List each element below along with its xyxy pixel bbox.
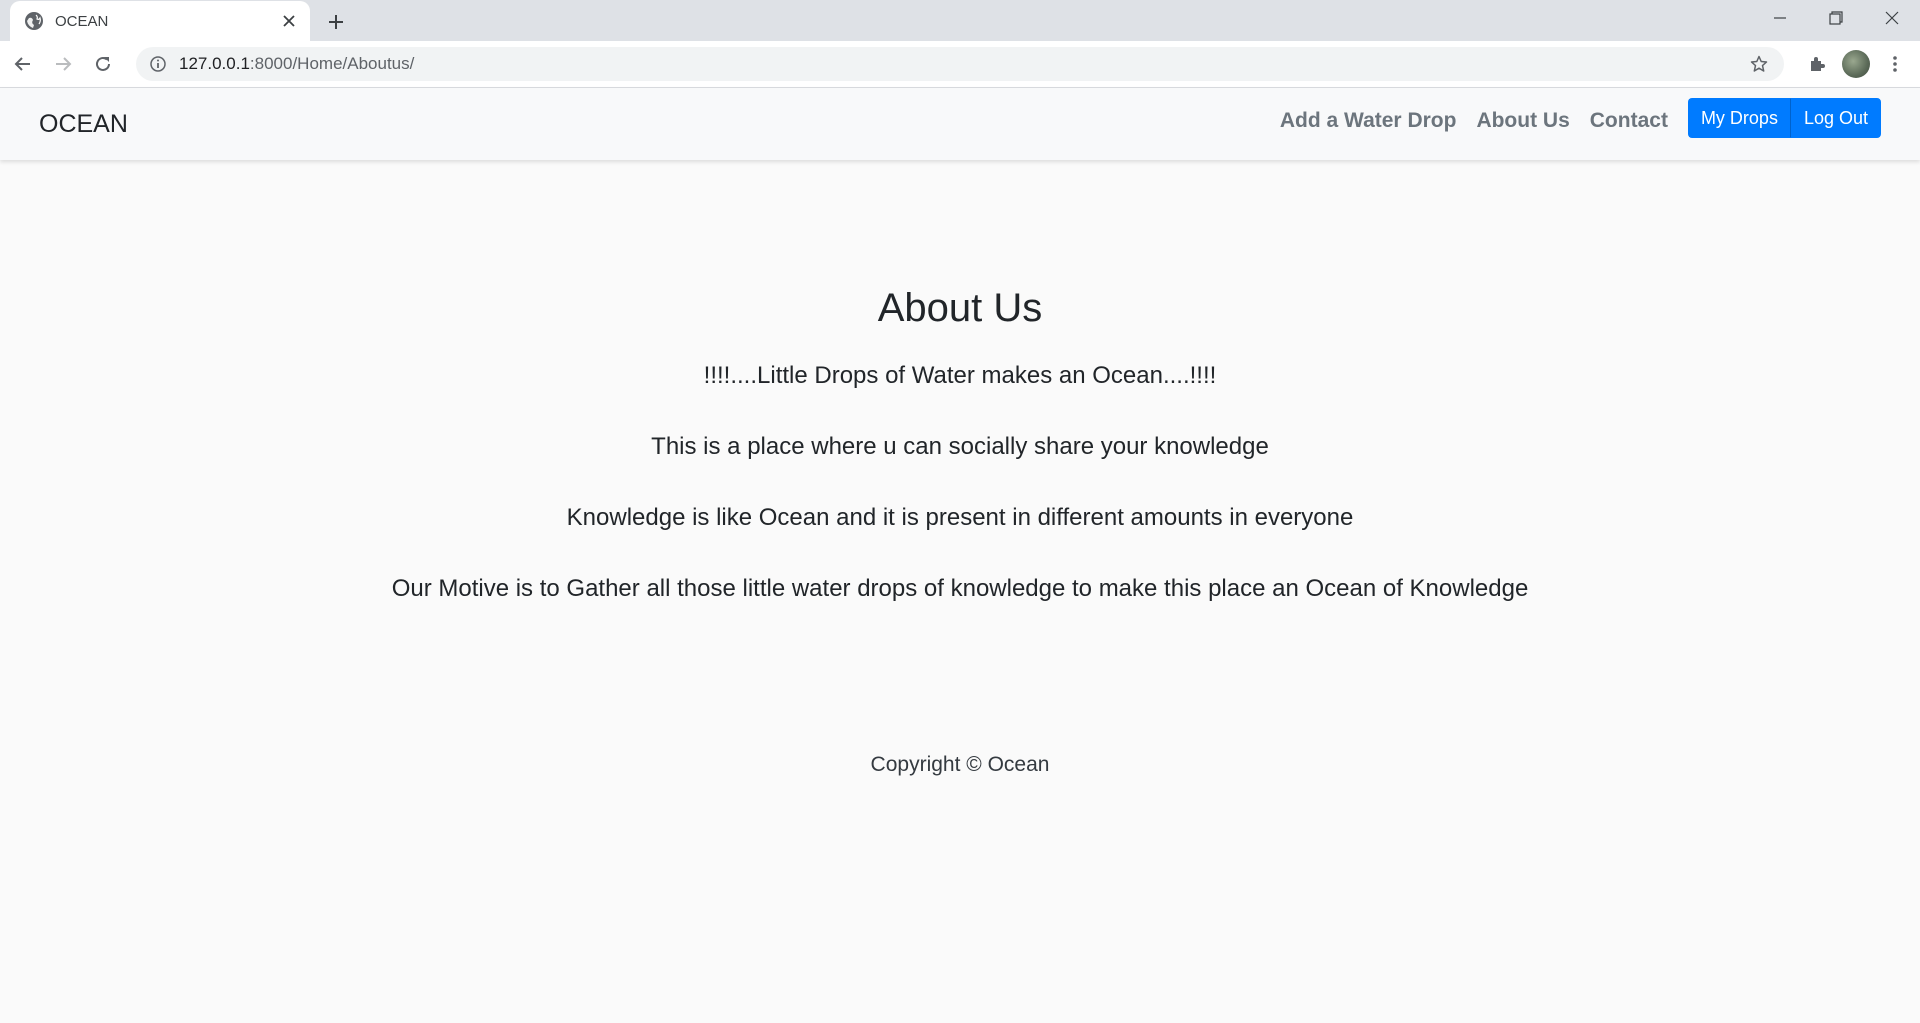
- window-controls: [1752, 0, 1920, 36]
- url-path: :8000/Home/Aboutus/: [249, 54, 415, 73]
- browser-tabstrip: OCEAN: [0, 0, 1920, 41]
- about-paragraph: Our Motive is to Gather all those little…: [391, 575, 1529, 602]
- new-tab-button[interactable]: [322, 8, 350, 36]
- about-paragraph: Knowledge is like Ocean and it is presen…: [566, 504, 1354, 531]
- minimize-icon[interactable]: [1752, 0, 1808, 36]
- url-text[interactable]: 127.0.0.1:8000/Home/Aboutus/: [179, 54, 1744, 74]
- web-page: OCEAN Add a Water Drop About Us Contact …: [0, 88, 1920, 1023]
- about-paragraph: This is a place where u can socially sha…: [651, 433, 1269, 460]
- nav-links: Add a Water Drop About Us Contact My Dro…: [1270, 98, 1881, 138]
- close-window-icon[interactable]: [1864, 0, 1920, 36]
- back-arrow-icon[interactable]: [6, 47, 40, 81]
- forward-arrow-icon[interactable]: [46, 47, 80, 81]
- footer-copyright: Copyright © Ocean: [870, 753, 1050, 776]
- page-title: About Us: [877, 286, 1043, 330]
- about-content: About Us !!!!....Little Drops of Water m…: [0, 160, 1920, 778]
- profile-avatar[interactable]: [1842, 50, 1870, 78]
- reload-icon[interactable]: [86, 47, 120, 81]
- nav-add-water-drop[interactable]: Add a Water Drop: [1270, 107, 1467, 135]
- url-host: 127.0.0.1: [179, 54, 250, 73]
- log-out-button[interactable]: Log Out: [1790, 98, 1881, 138]
- site-navbar: OCEAN Add a Water Drop About Us Contact …: [0, 88, 1920, 160]
- nav-about-us[interactable]: About Us: [1466, 107, 1579, 135]
- browser-toolbar: 127.0.0.1:8000/Home/Aboutus/: [0, 41, 1920, 88]
- nav-contact[interactable]: Contact: [1580, 107, 1678, 135]
- globe-icon: [25, 12, 43, 30]
- tab-title: OCEAN: [55, 12, 109, 30]
- info-icon[interactable]: [149, 55, 167, 73]
- site-brand[interactable]: OCEAN: [39, 110, 128, 139]
- my-drops-button[interactable]: My Drops: [1687, 98, 1791, 138]
- address-bar[interactable]: 127.0.0.1:8000/Home/Aboutus/: [136, 47, 1784, 81]
- kebab-menu-icon[interactable]: [1878, 47, 1912, 81]
- browser-tab[interactable]: OCEAN: [10, 1, 310, 41]
- restore-icon[interactable]: [1808, 0, 1864, 36]
- close-tab-icon[interactable]: [276, 8, 302, 34]
- tagline: !!!!....Little Drops of Water makes an O…: [703, 362, 1217, 389]
- star-icon[interactable]: [1744, 49, 1774, 79]
- extensions-puzzle-icon[interactable]: [1800, 47, 1834, 81]
- toolbar-right: [1800, 47, 1912, 81]
